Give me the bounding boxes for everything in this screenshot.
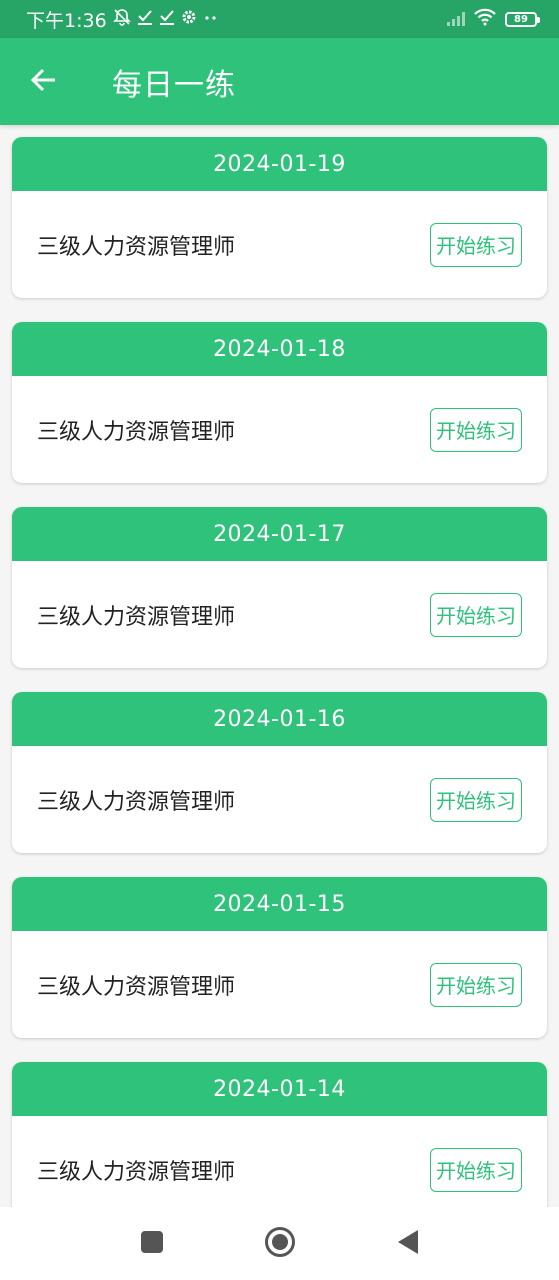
home-circle-icon — [264, 1226, 296, 1262]
card-date: 2024-01-19 — [12, 137, 547, 191]
practice-card: 2024-01-18 三级人力资源管理师 开始练习 — [12, 322, 547, 483]
card-body: 三级人力资源管理师 开始练习 — [12, 376, 547, 483]
card-date: 2024-01-16 — [12, 692, 547, 746]
card-body: 三级人力资源管理师 开始练习 — [12, 1116, 547, 1207]
more-icon — [203, 9, 219, 29]
card-body: 三级人力资源管理师 开始练习 — [12, 561, 547, 668]
status-bar: 下午1:36 89 — [0, 0, 559, 38]
recents-square-icon — [140, 1230, 164, 1258]
home-button[interactable] — [216, 1207, 344, 1280]
arrow-left-icon — [29, 65, 59, 99]
recents-button[interactable] — [88, 1207, 216, 1280]
start-practice-button[interactable]: 开始练习 — [430, 407, 522, 452]
practice-card: 2024-01-14 三级人力资源管理师 开始练习 — [12, 1062, 547, 1207]
start-practice-button[interactable]: 开始练习 — [430, 777, 522, 822]
card-body: 三级人力资源管理师 开始练习 — [12, 931, 547, 1038]
gear-icon — [181, 9, 197, 29]
signal-icon — [447, 12, 465, 26]
card-date: 2024-01-14 — [12, 1062, 547, 1116]
card-date: 2024-01-18 — [12, 322, 547, 376]
page-title: 每日一练 — [112, 67, 236, 103]
battery-icon: 89 — [505, 11, 540, 27]
card-date: 2024-01-17 — [12, 507, 547, 561]
start-practice-button[interactable]: 开始练习 — [430, 1147, 522, 1192]
status-time: 下午1:36 — [26, 9, 107, 32]
card-title: 三级人力资源管理师 — [37, 419, 236, 445]
battery-level: 89 — [514, 13, 528, 25]
start-practice-button[interactable]: 开始练习 — [430, 592, 522, 637]
system-nav-bar — [0, 1207, 559, 1280]
card-body: 三级人力资源管理师 开始练习 — [12, 191, 547, 298]
start-practice-button[interactable]: 开始练习 — [430, 962, 522, 1007]
mute-bell-icon — [112, 8, 131, 30]
card-title: 三级人力资源管理师 — [37, 974, 236, 1000]
card-date: 2024-01-15 — [12, 877, 547, 931]
card-body: 三级人力资源管理师 开始练习 — [12, 746, 547, 853]
card-title: 三级人力资源管理师 — [37, 234, 236, 260]
card-title: 三级人力资源管理师 — [37, 604, 236, 630]
app-bar: 每日一练 — [0, 38, 559, 125]
practice-card: 2024-01-16 三级人力资源管理师 开始练习 — [12, 692, 547, 853]
practice-card: 2024-01-15 三级人力资源管理师 开始练习 — [12, 877, 547, 1038]
practice-card: 2024-01-17 三级人力资源管理师 开始练习 — [12, 507, 547, 668]
back-nav-button[interactable] — [344, 1207, 472, 1280]
status-right: 89 — [447, 8, 540, 31]
practice-list[interactable]: 2024-01-19 三级人力资源管理师 开始练习 2024-01-18 三级人… — [0, 125, 559, 1207]
status-left: 下午1:36 — [26, 6, 219, 33]
check-icon — [137, 9, 153, 29]
practice-card: 2024-01-19 三级人力资源管理师 开始练习 — [12, 137, 547, 298]
card-title: 三级人力资源管理师 — [37, 1159, 236, 1185]
check-icon — [159, 9, 175, 29]
wifi-icon — [473, 8, 497, 31]
back-triangle-icon — [396, 1229, 420, 1259]
start-practice-button[interactable]: 开始练习 — [430, 222, 522, 267]
back-button[interactable] — [14, 52, 74, 112]
card-title: 三级人力资源管理师 — [37, 789, 236, 815]
